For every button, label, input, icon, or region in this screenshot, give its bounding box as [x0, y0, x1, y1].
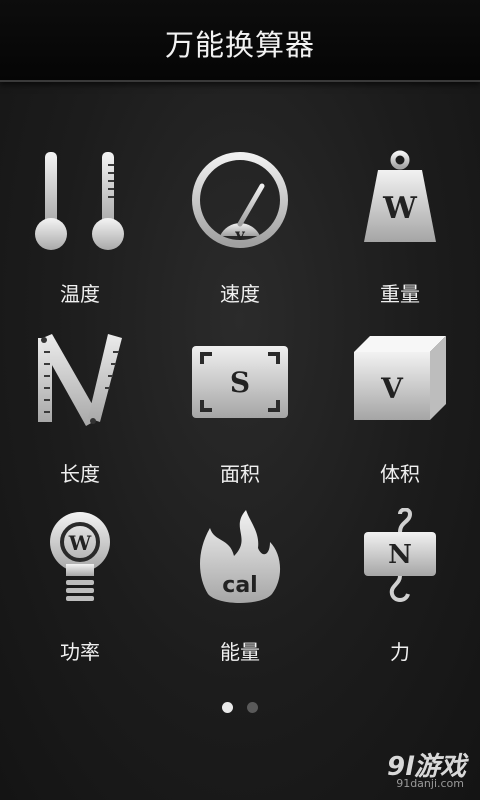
- power-glyph: W: [68, 531, 92, 555]
- category-label: 重量: [380, 282, 420, 306]
- speedometer-icon: v: [192, 152, 288, 248]
- thermometer-icon: [35, 152, 124, 250]
- category-label: 面积: [220, 462, 260, 486]
- force-hook-icon: N: [364, 508, 436, 602]
- watermark-url: 91danji.com: [396, 777, 464, 790]
- volume-glyph: V: [380, 372, 404, 405]
- category-length[interactable]: 长度: [0, 330, 160, 500]
- page-dot-inactive[interactable]: [246, 702, 258, 713]
- area-frame-icon: S: [192, 346, 288, 418]
- category-label: 速度: [220, 282, 260, 306]
- category-label: 温度: [60, 282, 100, 306]
- category-volume[interactable]: V 体积: [320, 330, 480, 500]
- page-indicator: [0, 698, 480, 717]
- category-power[interactable]: W 功率: [0, 508, 160, 678]
- weight-glyph: W: [382, 191, 418, 226]
- weight-icon: W: [364, 150, 436, 242]
- category-label: 体积: [380, 462, 420, 486]
- energy-glyph: cal: [222, 573, 257, 598]
- category-temperature[interactable]: 温度: [0, 150, 160, 320]
- category-weight[interactable]: W 重量: [320, 150, 480, 320]
- page-dot-active[interactable]: [222, 702, 234, 713]
- app-title: 万能换算器: [164, 28, 315, 62]
- category-area[interactable]: S 面积: [160, 330, 320, 500]
- cube-icon: V: [354, 336, 446, 420]
- title-bar: 万能换算器: [0, 0, 480, 82]
- category-energy[interactable]: cal 能量: [160, 508, 320, 678]
- category-label: 力: [390, 640, 410, 664]
- lightbulb-icon: W: [50, 512, 110, 601]
- watermark: 9l游戏 91danji.com: [356, 746, 466, 792]
- category-label: 功率: [60, 640, 100, 664]
- area-glyph: S: [230, 366, 250, 399]
- category-label: 长度: [60, 462, 100, 486]
- speed-glyph: v: [234, 225, 245, 244]
- flame-icon: cal: [200, 510, 281, 603]
- force-glyph: N: [388, 540, 412, 570]
- ruler-icon: [38, 334, 122, 426]
- category-force[interactable]: N 力: [320, 508, 480, 678]
- category-label: 能量: [220, 640, 260, 664]
- category-speed[interactable]: v 速度: [160, 150, 320, 320]
